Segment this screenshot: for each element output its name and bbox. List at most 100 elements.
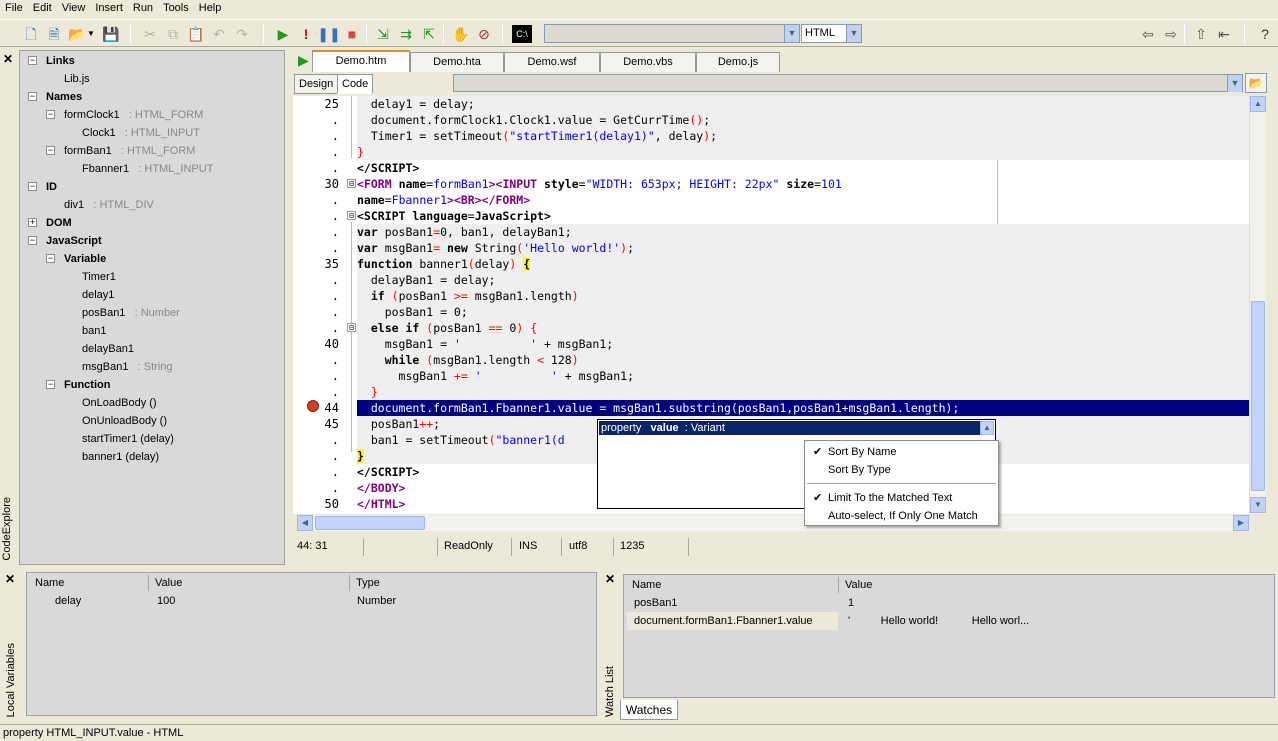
up-icon[interactable]: ⇧ — [1190, 23, 1212, 45]
horizontal-scrollbar[interactable]: ◀ ▶ — [297, 515, 1249, 531]
tree-node[interactable]: posBan1 : Number — [82, 304, 180, 322]
menu-tools[interactable]: Tools — [158, 0, 194, 14]
menu-edit[interactable]: Edit — [28, 0, 57, 14]
tab-design[interactable]: Design — [294, 74, 339, 94]
collapse-icon[interactable]: − — [46, 110, 55, 119]
autocomplete-item-selected[interactable]: property value : Variant — [599, 421, 981, 435]
fold-toggle-icon[interactable]: ⊟ — [347, 179, 356, 188]
tree-node[interactable]: OnUnloadBody () — [82, 412, 167, 430]
tab-code[interactable]: Code — [337, 74, 374, 94]
tab-watches[interactable]: Watches — [620, 700, 678, 720]
return-icon[interactable]: ⇤ — [1213, 23, 1235, 45]
column-header-name[interactable]: Name — [632, 577, 661, 593]
tree-node[interactable]: Fbanner1 : HTML_INPUT — [82, 160, 213, 178]
column-header-type[interactable]: Type — [356, 575, 380, 591]
tree-node[interactable]: Names — [46, 88, 82, 106]
terminal-icon[interactable]: C:\ — [512, 25, 532, 43]
chevron-down-icon[interactable]: ▼ — [846, 25, 861, 42]
undo-icon[interactable]: ↶ — [208, 23, 230, 45]
scroll-up-icon[interactable]: ▲ — [980, 421, 994, 435]
redo-icon[interactable]: ↷ — [231, 23, 253, 45]
close-icon[interactable]: ✕ — [3, 52, 13, 66]
chevron-down-icon[interactable]: ▼ — [1227, 75, 1242, 92]
back-icon[interactable]: ⇦ — [1137, 23, 1159, 45]
menu-limit-matched[interactable]: Limit To the Matched Text — [828, 489, 952, 507]
tree-node[interactable]: Timer1 — [82, 268, 116, 286]
break-icon[interactable]: ! — [295, 23, 317, 45]
path-combo[interactable]: ▼ — [453, 74, 1243, 92]
tree-node[interactable]: Lib.js — [64, 70, 90, 88]
paste-icon[interactable]: 📋 — [185, 23, 207, 45]
tree-node[interactable]: Links — [46, 52, 75, 70]
menu-view[interactable]: View — [57, 0, 91, 14]
tree-node[interactable]: msgBan1 : String — [82, 358, 173, 376]
tree-node[interactable]: OnLoadBody () — [82, 394, 157, 412]
tab-demo-hta[interactable]: Demo.hta — [410, 52, 504, 72]
menu-run[interactable]: Run — [128, 0, 158, 14]
tree-node[interactable]: formClock1 : HTML_FORM — [64, 106, 203, 124]
tree-node[interactable]: formBan1 : HTML_FORM — [64, 142, 195, 160]
new-file-icon[interactable]: 🗋 — [20, 23, 42, 45]
step-over-icon[interactable]: ⇉ — [395, 23, 417, 45]
collapse-icon[interactable]: − — [28, 56, 37, 65]
no-hand-icon[interactable]: ⊘ — [473, 23, 495, 45]
breakpoint-icon[interactable] — [307, 400, 319, 412]
tree-node[interactable]: div1 : HTML_DIV — [64, 196, 154, 214]
tree-node[interactable]: JavaScript — [46, 232, 102, 250]
column-header-value[interactable]: Value — [845, 577, 872, 593]
tab-demo-wsf[interactable]: Demo.wsf — [504, 52, 600, 72]
tree-node[interactable]: Function — [64, 376, 110, 394]
tab-demo-js[interactable]: Demo.js — [696, 52, 780, 72]
open-folder-button[interactable]: 📂 — [1245, 73, 1267, 93]
vertical-scrollbar[interactable]: ▲ ▼ — [1249, 96, 1266, 514]
column-header-name[interactable]: Name — [35, 575, 64, 591]
scroll-left-icon[interactable]: ◀ — [297, 515, 313, 531]
help-icon[interactable]: ? — [1254, 23, 1276, 45]
tab-demo-vbs[interactable]: Demo.vbs — [600, 52, 696, 72]
fold-toggle-icon[interactable]: ⊟ — [347, 211, 356, 220]
scroll-thumb[interactable] — [315, 516, 425, 530]
menu-autoselect[interactable]: Auto-select, If Only One Match — [828, 507, 978, 525]
tree-node[interactable]: delayBan1 — [82, 340, 134, 358]
step-into-icon[interactable]: ⇲ — [372, 23, 394, 45]
menu-sort-by-type[interactable]: Sort By Type — [828, 461, 891, 479]
tab-demo-htm[interactable]: Demo.htm — [312, 50, 410, 72]
new-template-icon[interactable]: 🗎 — [43, 23, 65, 45]
column-header-value[interactable]: Value — [155, 575, 182, 591]
stop-icon[interactable]: ■ — [341, 23, 363, 45]
collapse-icon[interactable]: − — [46, 380, 55, 389]
tree-node[interactable]: ban1 — [82, 322, 106, 340]
tree-node[interactable]: ID — [46, 178, 57, 196]
hand-icon[interactable]: ✋ — [450, 23, 472, 45]
tree-node[interactable]: startTimer1 (delay) — [82, 430, 174, 448]
scroll-up-icon[interactable]: ▲ — [1250, 96, 1266, 112]
close-icon[interactable]: ✕ — [5, 572, 15, 586]
tree-node[interactable]: delay1 — [82, 286, 114, 304]
fold-toggle-icon[interactable]: ⊟ — [347, 323, 356, 332]
collapse-icon[interactable]: − — [28, 236, 37, 245]
close-icon[interactable]: ✕ — [605, 572, 615, 586]
scroll-right-icon[interactable]: ▶ — [1233, 515, 1249, 531]
open-folder-icon[interactable]: 📂 — [66, 23, 88, 45]
language-select[interactable]: HTML ▼ — [801, 24, 862, 43]
menu-sort-by-name[interactable]: Sort By Name — [828, 443, 896, 461]
scroll-thumb[interactable] — [1251, 301, 1265, 491]
expand-icon[interactable]: + — [28, 218, 37, 227]
menu-insert[interactable]: Insert — [90, 0, 128, 14]
tree-node[interactable]: Variable — [64, 250, 106, 268]
tree-node[interactable]: DOM — [46, 214, 72, 232]
cut-icon[interactable]: ✂ — [139, 23, 161, 45]
step-out-icon[interactable]: ⇱ — [418, 23, 440, 45]
open-dropdown-icon[interactable]: ▼ — [86, 23, 96, 45]
menu-help[interactable]: Help — [194, 0, 227, 14]
pause-icon[interactable]: ❚❚ — [317, 23, 340, 45]
run-icon[interactable]: ▶ — [272, 23, 294, 45]
collapse-icon[interactable]: − — [46, 146, 55, 155]
save-icon[interactable]: 💾 — [100, 23, 122, 45]
scroll-down-icon[interactable]: ▼ — [1250, 497, 1266, 513]
expression-combo[interactable]: ▼ — [544, 24, 800, 43]
collapse-icon[interactable]: − — [28, 92, 37, 101]
copy-icon[interactable]: ⧉ — [162, 23, 184, 45]
collapse-icon[interactable]: − — [28, 182, 37, 191]
collapse-icon[interactable]: − — [46, 254, 55, 263]
